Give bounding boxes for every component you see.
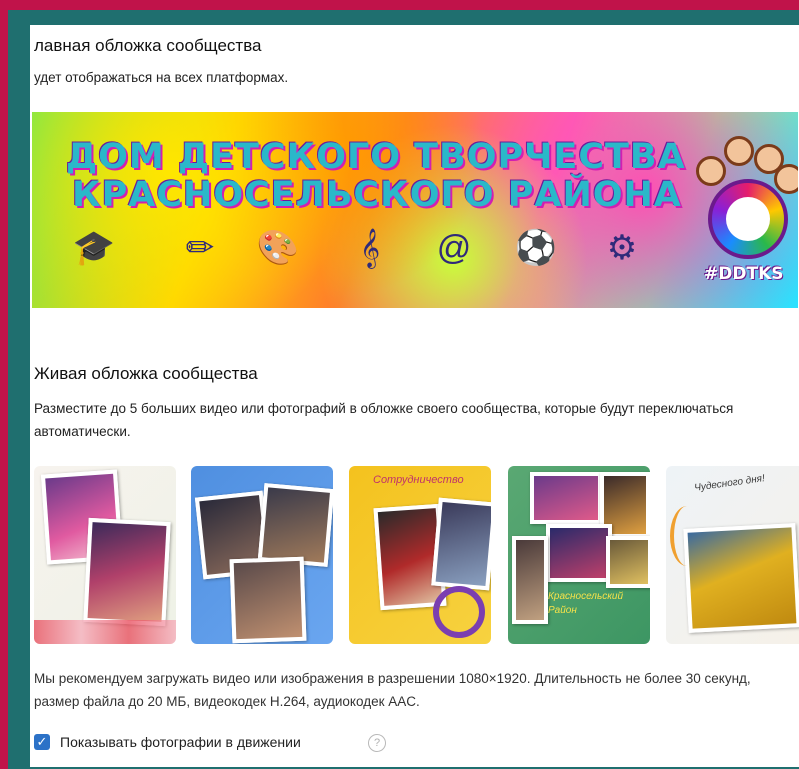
show-photos-in-motion-checkbox[interactable]: ✓ (34, 734, 50, 750)
graduation-cap-icon: 🎓 (72, 229, 116, 267)
banner-title-line1: ДОМ ДЕТСКОГО ТВОРЧЕСТВА (66, 137, 686, 177)
thumbnail-caption: Сотрудничество (373, 474, 464, 486)
live-cover-thumbnail-2[interactable] (191, 466, 333, 644)
thumbnail-caption: Красносельский Район (548, 591, 624, 616)
main-cover-title: лавная обложка сообщества (34, 36, 262, 55)
live-cover-thumbnail-5[interactable]: Чудесного дня! (666, 466, 799, 644)
main-cover-banner[interactable]: ДОМ ДЕТСКОГО ТВОРЧЕСТВА КРАСНОСЕЛЬСКОГО … (32, 112, 798, 308)
thumbnail-caption: Чудесного дня! (693, 473, 766, 494)
help-icon[interactable]: ? (368, 734, 386, 752)
treble-clef-icon: 𝄞 (359, 229, 381, 267)
show-photos-in-motion-label[interactable]: Показывать фотографии в движении (60, 734, 301, 750)
at-sign-icon: @ (436, 229, 472, 267)
palette-icon: 🎨 (256, 229, 300, 267)
live-cover-thumbnail-1[interactable] (34, 466, 176, 644)
live-cover-description: Разместите до 5 больших видео или фотогр… (34, 401, 734, 439)
pencil-icon: ✏ (185, 229, 215, 267)
live-cover-thumbnail-3[interactable]: Сотрудничество (349, 466, 491, 644)
live-cover-title: Живая обложка сообщества (34, 364, 258, 383)
outer-frame: лавная обложка сообщества удет отображат… (8, 10, 799, 769)
upload-recommendation: Мы рекомендуем загружать видео или изобр… (34, 671, 751, 709)
cover-settings-panel: лавная обложка сообщества удет отображат… (30, 25, 799, 767)
banner-title-line2: КРАСНОСЕЛЬСКОГО РАЙОНА (72, 175, 682, 215)
banner-hashtag: #DDTKS (704, 264, 784, 284)
gear-icon: ⚙ (606, 229, 638, 267)
live-cover-thumbnail-4[interactable]: Красносельский Район (508, 466, 650, 644)
soccer-ball-icon: ⚽ (514, 229, 558, 267)
main-cover-subtitle: удет отображаться на всех платформах. (34, 70, 289, 85)
ddt-logo-badge (708, 179, 788, 259)
